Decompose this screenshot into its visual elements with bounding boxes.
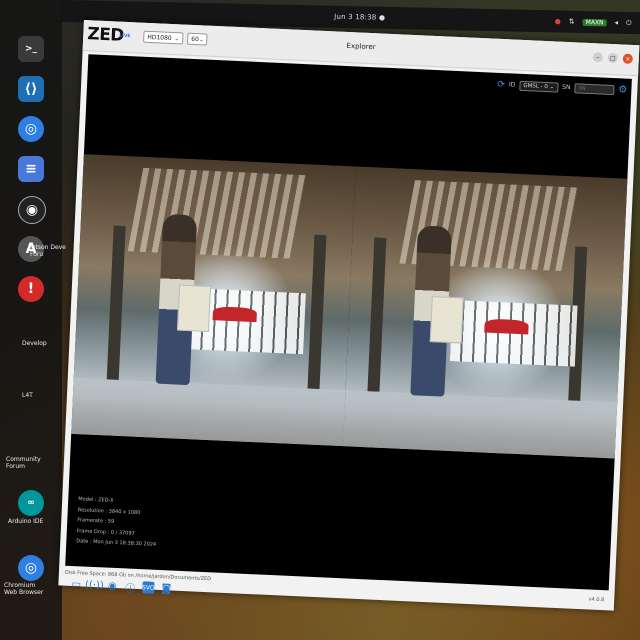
camera-snapshot-icon[interactable]: ◙ — [160, 582, 173, 595]
text-editor-icon[interactable]: ≡ — [18, 156, 44, 182]
folder-icon[interactable]: ▭ — [70, 578, 83, 591]
maximize-button[interactable]: □ — [607, 52, 619, 64]
left-camera-frame — [71, 154, 356, 447]
desktop-label[interactable]: Chromium Web Browser — [4, 582, 46, 596]
power-mode-badge[interactable]: MAXN — [582, 18, 607, 26]
zed-explorer-window: ZED LIVE HD1080 ⌄ 60 ⌄ Explorer – □ × ⟳ … — [58, 20, 640, 611]
record-circle-icon[interactable]: ◉ — [106, 580, 119, 593]
right-camera-frame — [342, 166, 628, 459]
desktop-label[interactable]: Arduino IDE — [8, 518, 43, 525]
system-clock[interactable]: Jun 3 18:38 ● — [334, 13, 385, 22]
camera-info-panel: Model : ZED-X Resolution : 3840 x 1080 F… — [76, 494, 158, 550]
vscode-icon[interactable]: ⟨⟩ — [18, 76, 44, 102]
network-icon[interactable]: ⇅ — [569, 18, 575, 26]
terminal-icon[interactable]: >_ — [18, 36, 44, 62]
serial-number-input[interactable] — [574, 82, 615, 95]
id-label: ID — [508, 81, 516, 89]
svo-icon[interactable]: SVO — [142, 581, 155, 594]
sn-label: SN — [562, 83, 571, 92]
settings-gear-icon[interactable]: ⚙ — [618, 84, 627, 95]
chromium-browser-icon[interactable]: ◎ — [18, 555, 44, 581]
date-info: Date : Mon Jun 3 18:38:30 2024 — [76, 538, 157, 548]
desktop-label[interactable]: L4T — [22, 392, 33, 399]
camera-select-value: GMSL - 0 — [523, 82, 548, 90]
arduino-icon[interactable]: ∞ — [18, 490, 44, 516]
desktop-label[interactable]: Jetson Deve Foru — [30, 244, 70, 258]
chromium-icon[interactable]: ◎ — [18, 116, 44, 142]
obs-icon[interactable]: ◉ — [18, 196, 46, 224]
desktop-label[interactable]: Develop — [22, 340, 47, 347]
version-label: v4.0.8 — [588, 596, 605, 604]
power-icon[interactable]: ⏻ — [626, 18, 632, 27]
stereo-video-feed — [71, 154, 628, 459]
record-icon[interactable]: ● — [555, 17, 561, 25]
error-report-icon[interactable]: ! — [18, 276, 44, 302]
minimize-button[interactable]: – — [592, 52, 604, 63]
volume-icon[interactable]: ◂ — [615, 19, 619, 27]
stream-icon[interactable]: ((·)) — [85, 579, 104, 592]
desktop-label[interactable]: Community Forum — [6, 456, 41, 470]
close-button[interactable]: × — [622, 53, 634, 64]
camera-toolbar: ⟳ ID GMSL - 0 ⌄ SN ⚙ — [497, 79, 627, 95]
info-icon[interactable]: ⓘ — [124, 580, 137, 594]
refresh-icon[interactable]: ⟳ — [497, 79, 505, 89]
video-viewer[interactable]: ⟳ ID GMSL - 0 ⌄ SN ⚙ — [65, 54, 632, 594]
application-dock: >_ ⟨⟩ ◎ ≡ ◉ A ! ∞ ◎ — [0, 0, 62, 640]
camera-select[interactable]: GMSL - 0 ⌄ — [519, 80, 559, 93]
